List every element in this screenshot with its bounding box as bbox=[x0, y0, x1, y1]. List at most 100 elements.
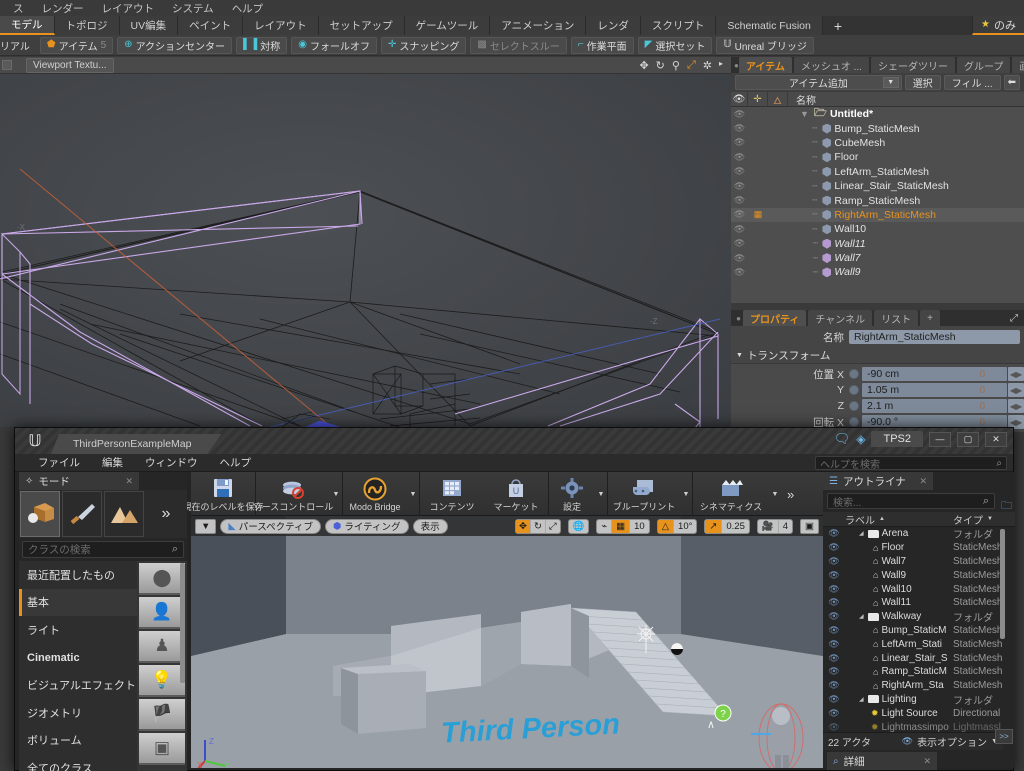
position-z-zero[interactable]: 0 bbox=[979, 401, 985, 412]
close-icon-2[interactable]: ✕ bbox=[919, 476, 927, 487]
content-button[interactable]: コンテンツ bbox=[420, 472, 484, 516]
toolbar-material[interactable]: リアル bbox=[0, 37, 36, 54]
zoom-icon[interactable]: ⚲ bbox=[672, 59, 680, 72]
tab-images[interactable]: 画像 bbox=[1012, 57, 1024, 73]
rotate-tool-icon[interactable]: ↻ bbox=[531, 519, 546, 533]
tab-game-tools[interactable]: ゲームツール bbox=[404, 16, 491, 35]
outliner-tab[interactable]: ☰ アウトライナ ✕ bbox=[823, 472, 933, 490]
outliner-row[interactable]: 👁 ◢ Walkway フォルダ bbox=[823, 610, 1015, 624]
tab-items[interactable]: アイテム bbox=[738, 57, 792, 73]
surface-snap-icon[interactable]: ⌁ bbox=[597, 519, 613, 533]
rotation-snap-value[interactable]: 10° bbox=[674, 520, 696, 533]
view-options-button[interactable]: 👁 表示オプション ▼ bbox=[902, 734, 998, 749]
actor-palette[interactable]: ⬤ 👤 ♟ 💡 🏴 ▣ bbox=[137, 561, 187, 771]
menu-file[interactable]: ファイル bbox=[27, 455, 91, 470]
class-search-input[interactable]: クラスの検索 ⌕ bbox=[22, 541, 184, 558]
modes-tab[interactable]: ✧ モード ✕ bbox=[19, 472, 139, 490]
toolbar-falloff[interactable]: ◉ フォールオフ bbox=[291, 36, 377, 54]
outliner-row[interactable]: 👁 ⌂ RightArm_Sta StaticMesh bbox=[823, 679, 1015, 693]
camera-speed-value[interactable]: 4 bbox=[779, 520, 792, 533]
outliner-row[interactable]: 👁 ◢ Lighting フォルダ bbox=[823, 693, 1015, 707]
position-x-knob[interactable] bbox=[849, 369, 859, 379]
viewport-lighting-button[interactable]: ⬢ ライティング bbox=[325, 518, 409, 534]
category-volumes[interactable]: ボリューム bbox=[19, 727, 137, 755]
filter-button[interactable]: フィル ... bbox=[943, 75, 1001, 90]
expand-triangle-icon[interactable]: ◢ bbox=[859, 530, 864, 537]
position-z-input[interactable]: 2.1 m 0 bbox=[862, 399, 1007, 413]
visibility-icon[interactable]: 👁 bbox=[731, 238, 748, 249]
tab-lists[interactable]: リスト bbox=[874, 310, 919, 326]
tab-channels[interactable]: チャンネル bbox=[808, 310, 873, 326]
viewport-options-menu[interactable]: ▼ bbox=[195, 518, 217, 534]
arrow-icon[interactable]: ▸ bbox=[719, 59, 723, 72]
unreal-level-viewport[interactable]: Third Person ? ∧ Z X Y ▼ ◣ パースペクティブ ⬢ ライ… bbox=[191, 516, 823, 768]
visibility-icon[interactable]: 👁 bbox=[731, 137, 748, 148]
transform-section-header[interactable]: ▼ トランスフォーム bbox=[731, 348, 1024, 364]
list-item[interactable]: 👁 ┄ Ramp_StaticMesh bbox=[731, 193, 1024, 207]
maximize-viewport-icon[interactable]: ▣ bbox=[800, 518, 819, 534]
toolbar-unreal-bridge[interactable]: 𝕌 Unreal ブリッジ bbox=[716, 36, 814, 54]
tab-add-property[interactable]: + bbox=[920, 310, 940, 326]
visibility-icon[interactable]: 👁 bbox=[731, 123, 748, 134]
visibility-icon[interactable]: 👁 bbox=[731, 109, 748, 120]
chat-icon[interactable]: 🗨 bbox=[834, 431, 851, 447]
add-folder-icon[interactable]: 🗀 bbox=[1001, 497, 1012, 516]
expand-triangle-icon[interactable]: ◢ bbox=[859, 613, 864, 620]
outliner-row[interactable]: 👁 ⌂ Ramp_StaticM StaticMesh bbox=[823, 665, 1015, 679]
items-list[interactable]: 👁 ▼ 🗁 Untitled* 👁 ┄ Bump_StaticMesh 👁 ┄ bbox=[731, 107, 1024, 303]
modo-menu-item-2[interactable]: レイアウト bbox=[93, 1, 164, 16]
viewport-toggle-box[interactable] bbox=[2, 60, 12, 70]
rotation-x-knob[interactable] bbox=[849, 417, 859, 427]
list-item[interactable]: 👁 ┄ Wall7 bbox=[731, 251, 1024, 265]
close-icon[interactable]: ✕ bbox=[125, 476, 133, 487]
tab-animation[interactable]: アニメーション bbox=[490, 16, 587, 35]
level-tab[interactable]: ThirdPersonExampleMap bbox=[51, 434, 221, 454]
list-item[interactable]: 👁 ┄ Floor bbox=[731, 150, 1024, 164]
collapse-triangle-icon[interactable]: ▼ bbox=[800, 109, 809, 119]
list-item[interactable]: 👁 ┄ Wall10 bbox=[731, 222, 1024, 236]
visibility-icon[interactable]: 👁 bbox=[731, 195, 748, 206]
rotation-x-zero[interactable]: 0 bbox=[979, 417, 985, 428]
category-cinematic[interactable]: Cinematic bbox=[19, 644, 137, 672]
outliner-row[interactable]: 👁 ⌂ Wall11 StaticMesh bbox=[823, 596, 1015, 610]
menu-edit[interactable]: 編集 bbox=[91, 455, 134, 470]
position-y-spinner[interactable]: ◀▶ bbox=[1008, 383, 1024, 397]
tab-layout[interactable]: レイアウト bbox=[243, 16, 319, 35]
visibility-icon[interactable]: 👁 bbox=[823, 542, 845, 553]
modo-3d-viewport[interactable]: -X -Z bbox=[0, 74, 731, 427]
visibility-icon[interactable]: 👁 bbox=[823, 639, 845, 650]
category-visual-effects[interactable]: ビジュアルエフェクト bbox=[19, 671, 137, 699]
category-recently-placed[interactable]: 最近配置したもの bbox=[19, 561, 137, 589]
outliner-row[interactable]: 👁 ✹ Light Source Directional bbox=[823, 706, 1015, 720]
visibility-icon[interactable]: 👁 bbox=[731, 181, 748, 192]
outliner-expand-button[interactable]: >> bbox=[995, 729, 1013, 744]
outliner-row[interactable]: 👁 ⌂ Wall10 StaticMesh bbox=[823, 582, 1015, 596]
palette-scrollbar[interactable] bbox=[180, 563, 185, 683]
outliner-row[interactable]: 👁 ⌂ LeftArm_Stati StaticMesh bbox=[823, 637, 1015, 651]
modo-menu-item-0[interactable]: ス bbox=[4, 1, 33, 16]
palette-item-cube[interactable]: ▣ bbox=[139, 733, 185, 765]
position-x-spinner[interactable]: ◀▶ bbox=[1008, 367, 1024, 381]
filter-menu-icon[interactable]: ⬅ bbox=[1003, 75, 1020, 90]
category-lights[interactable]: ライト bbox=[19, 616, 137, 644]
favorites-only-toggle[interactable]: ★ のみ bbox=[972, 16, 1024, 35]
list-item[interactable]: 👁 ┄ CubeMesh bbox=[731, 136, 1024, 150]
gear-icon[interactable]: ✲ bbox=[703, 59, 712, 72]
viewport-preset-label[interactable]: Viewport Textu... bbox=[26, 57, 114, 73]
toolbar-snapping[interactable]: ✛ スナッピング bbox=[380, 36, 467, 54]
tab-schematic-fusion[interactable]: Schematic Fusion bbox=[716, 16, 823, 35]
visibility-icon[interactable]: 👁 bbox=[823, 611, 845, 622]
visibility-icon[interactable]: 👁 bbox=[731, 224, 748, 235]
tab-add-button[interactable]: + bbox=[822, 16, 854, 35]
modes-more-button[interactable]: » bbox=[145, 490, 187, 538]
save-current-level-button[interactable]: 現在のレベルを保存 bbox=[183, 472, 264, 516]
position-z-knob[interactable] bbox=[849, 401, 859, 411]
visibility-icon[interactable]: 👁 bbox=[823, 653, 845, 664]
position-y-zero[interactable]: 0 bbox=[979, 385, 985, 396]
scale-tool-icon[interactable]: ⤢ bbox=[546, 520, 560, 533]
tab-uv-edit[interactable]: UV編集 bbox=[119, 16, 179, 35]
visibility-icon[interactable]: 👁 bbox=[823, 722, 845, 733]
palette-item-character[interactable]: 👤 bbox=[139, 597, 185, 629]
toolbar-item[interactable]: ⬟ アイテム 5 bbox=[39, 36, 114, 54]
list-item-selected[interactable]: 👁 ▦ ┄ RightArm_StaticMesh bbox=[731, 207, 1024, 223]
